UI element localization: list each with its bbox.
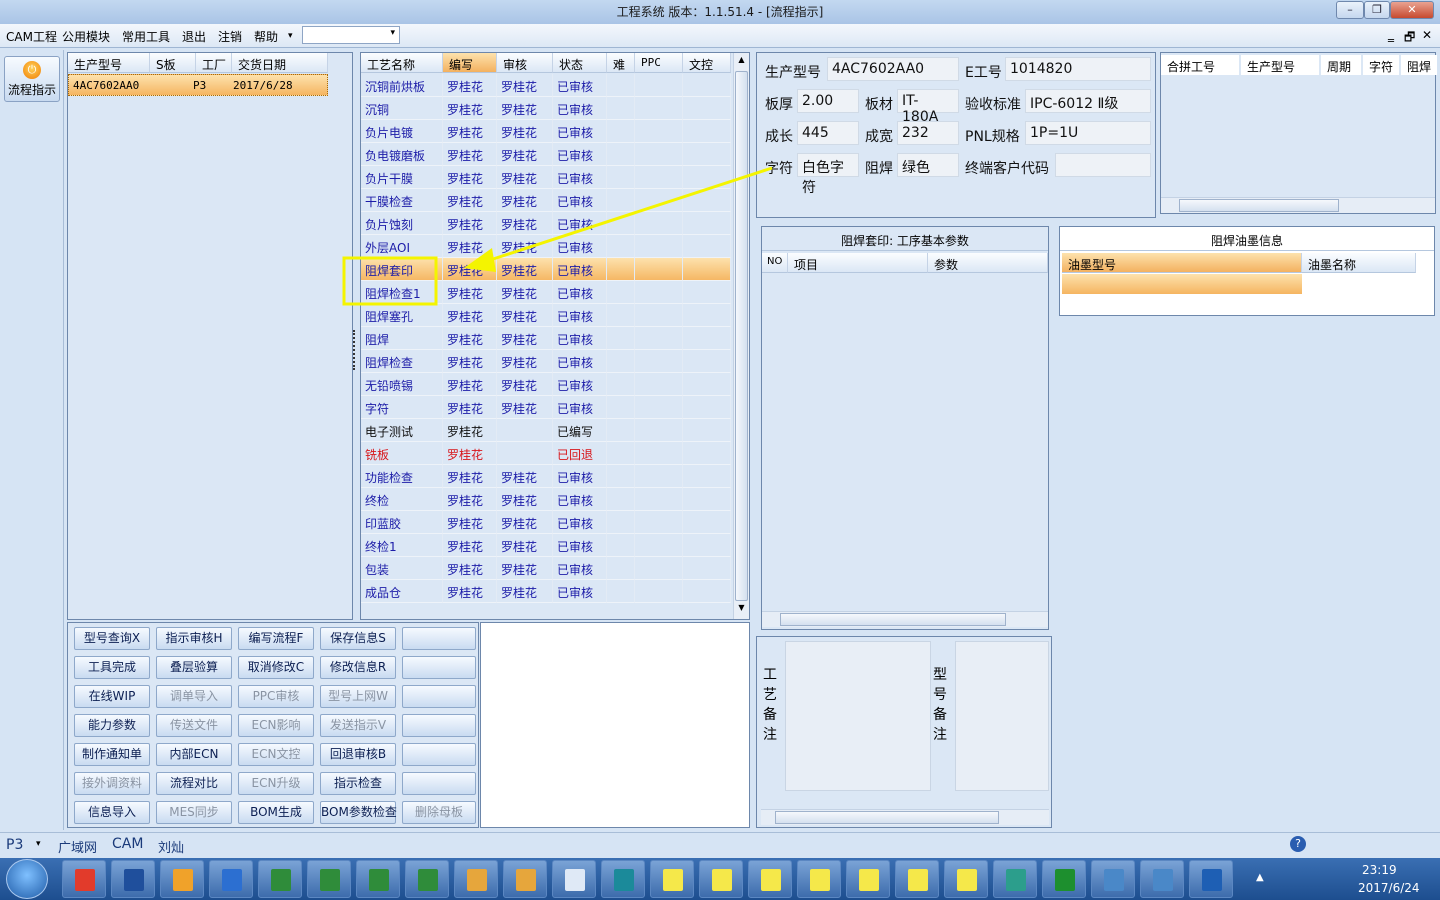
app-icon <box>320 869 340 891</box>
app-icon <box>222 869 242 891</box>
taskbar-app-icon[interactable] <box>307 860 351 898</box>
chevron-down-icon[interactable]: ▾ <box>36 839 41 849</box>
app-icon <box>1006 869 1026 891</box>
status-bar: P3 ▾ 广域网 CAM 刘灿 ? <box>0 832 1440 856</box>
taskbar-app-icon[interactable] <box>209 860 253 898</box>
app-icon <box>1104 869 1124 891</box>
annotation-overlay <box>342 166 773 306</box>
taskbar-app-icon[interactable] <box>356 860 400 898</box>
status-tab-cam[interactable]: CAM <box>112 836 143 852</box>
taskbar-app-icon[interactable] <box>405 860 449 898</box>
taskbar-app-icon[interactable] <box>160 860 204 898</box>
taskbar-app-icon[interactable] <box>454 860 498 898</box>
arrow-head-icon <box>464 248 496 272</box>
app-icon <box>1202 869 1222 891</box>
taskbar-app-icon[interactable] <box>797 860 841 898</box>
status-tab-user[interactable]: 刘灿 <box>158 837 184 856</box>
taskbar-app-icon[interactable] <box>699 860 743 898</box>
app-icon <box>859 869 879 891</box>
taskbar-app-icon[interactable] <box>1140 860 1184 898</box>
app-icon <box>75 869 95 891</box>
app-icon <box>516 869 536 891</box>
app-icon <box>271 869 291 891</box>
taskbar-app-icon[interactable] <box>601 860 645 898</box>
taskbar-app-icon[interactable] <box>1042 860 1086 898</box>
taskbar-app-icon[interactable] <box>944 860 988 898</box>
taskbar-app-icon[interactable] <box>1091 860 1135 898</box>
app-icon <box>810 869 830 891</box>
app-icon <box>124 869 144 891</box>
app-icon <box>565 869 585 891</box>
taskbar-app-icon[interactable] <box>1189 860 1233 898</box>
taskbar-app-icon[interactable] <box>846 860 890 898</box>
clock-date[interactable]: 2017/6/24 <box>1358 881 1420 895</box>
taskbar-app-icon[interactable] <box>993 860 1037 898</box>
tray-chevron-icon[interactable]: ▲ <box>1256 872 1264 883</box>
app-icon <box>418 869 438 891</box>
taskbar-app-icon[interactable] <box>503 860 547 898</box>
app-icon <box>1153 869 1173 891</box>
factory-select[interactable]: P3 <box>6 837 23 853</box>
status-tab-wan[interactable]: 广域网 <box>58 837 97 856</box>
taskbar-app-icon[interactable] <box>552 860 596 898</box>
annotation-arrow-line <box>483 166 773 264</box>
app-icon <box>614 869 634 891</box>
clock-time[interactable]: 23:19 <box>1362 863 1397 877</box>
app-icon <box>663 869 683 891</box>
app-icon <box>369 869 389 891</box>
taskbar-app-icon[interactable] <box>895 860 939 898</box>
taskbar-app-icon[interactable] <box>62 860 106 898</box>
taskbar-app-icon[interactable] <box>650 860 694 898</box>
app-icon <box>908 869 928 891</box>
taskbar-app-icon[interactable] <box>748 860 792 898</box>
start-button[interactable] <box>6 859 48 899</box>
annotation-highlight-box <box>342 256 438 306</box>
help-icon[interactable]: ? <box>1290 836 1306 852</box>
app-icon <box>957 869 977 891</box>
app-icon <box>467 869 487 891</box>
app-icon <box>712 869 732 891</box>
taskbar-app-icon[interactable] <box>111 860 155 898</box>
taskbar-app-icon[interactable] <box>258 860 302 898</box>
taskbar: ▲ 23:19 2017/6/24 <box>0 858 1440 900</box>
app-icon <box>761 869 781 891</box>
app-icon <box>1055 869 1075 891</box>
app-icon <box>173 869 193 891</box>
